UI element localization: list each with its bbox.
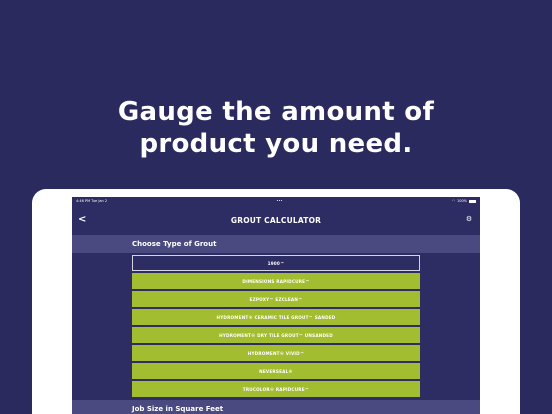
- grout-option[interactable]: HYDROMENT® DRY TILE GROUT™ UNSANDED: [132, 327, 420, 343]
- grout-option[interactable]: HYDROMENT® VIVID™: [132, 345, 420, 361]
- status-bar: 4:46 PM Tue Jan 2 ••• ◠ 100%: [72, 197, 480, 205]
- grout-option-label: HYDROMENT® VIVID™: [247, 350, 305, 356]
- grout-option[interactable]: TRUCOLOR® RAPIDCURE™: [132, 381, 420, 397]
- page-title: GROUT CALCULATOR: [230, 215, 322, 225]
- status-dots: •••: [276, 199, 283, 203]
- marketing-headline: Gauge the amount of product you need.: [0, 96, 552, 160]
- back-chevron-icon[interactable]: <: [78, 214, 88, 226]
- grout-option-label: HYDROMENT® DRY TILE GROUT™ UNSANDED: [219, 332, 333, 338]
- status-right: ◠ 100%: [452, 199, 476, 203]
- grout-option[interactable]: 1900™: [132, 255, 420, 271]
- battery-percent: 100%: [456, 199, 467, 203]
- headline-line-1: Gauge the amount of: [117, 97, 435, 127]
- status-time: 4:46 PM: [76, 199, 91, 203]
- grout-option-label: TRUCOLOR® RAPIDCURE™: [242, 386, 310, 392]
- grout-option-list: 1900™ DIMENSIONS RAPIDCURE™ EZPOXY™ EZCL…: [72, 253, 480, 397]
- nav-bar: < GROUT CALCULATOR ⚙: [72, 205, 480, 235]
- section-header-grout-type: Choose Type of Grout: [72, 235, 480, 253]
- grout-option-label: EZPOXY™ EZCLEAN™: [249, 296, 303, 302]
- status-date: Tue Jan 2: [91, 199, 108, 203]
- headline-line-2: product you need.: [139, 129, 413, 159]
- section-header-job-size: Job Size in Square Feet: [72, 400, 480, 414]
- grout-option[interactable]: EZPOXY™ EZCLEAN™: [132, 291, 420, 307]
- gear-icon[interactable]: ⚙: [465, 215, 473, 223]
- wifi-icon: ◠: [451, 199, 455, 203]
- grout-option[interactable]: NEVERSEAL®: [132, 363, 420, 379]
- grout-option[interactable]: DIMENSIONS RAPIDCURE™: [132, 273, 420, 289]
- grout-option-label: NEVERSEAL®: [259, 368, 293, 374]
- status-left: 4:46 PM Tue Jan 2: [76, 199, 107, 203]
- grout-option-label: DIMENSIONS RAPIDCURE™: [242, 278, 310, 284]
- grout-option[interactable]: HYDROMENT® CERAMIC TILE GROUT™ SANDED: [132, 309, 420, 325]
- grout-option-label: 1900™: [267, 260, 285, 266]
- app-screen: 4:46 PM Tue Jan 2 ••• ◠ 100% < GROUT CAL…: [72, 197, 480, 414]
- grout-option-label: HYDROMENT® CERAMIC TILE GROUT™ SANDED: [216, 314, 336, 320]
- battery-icon: [469, 199, 476, 203]
